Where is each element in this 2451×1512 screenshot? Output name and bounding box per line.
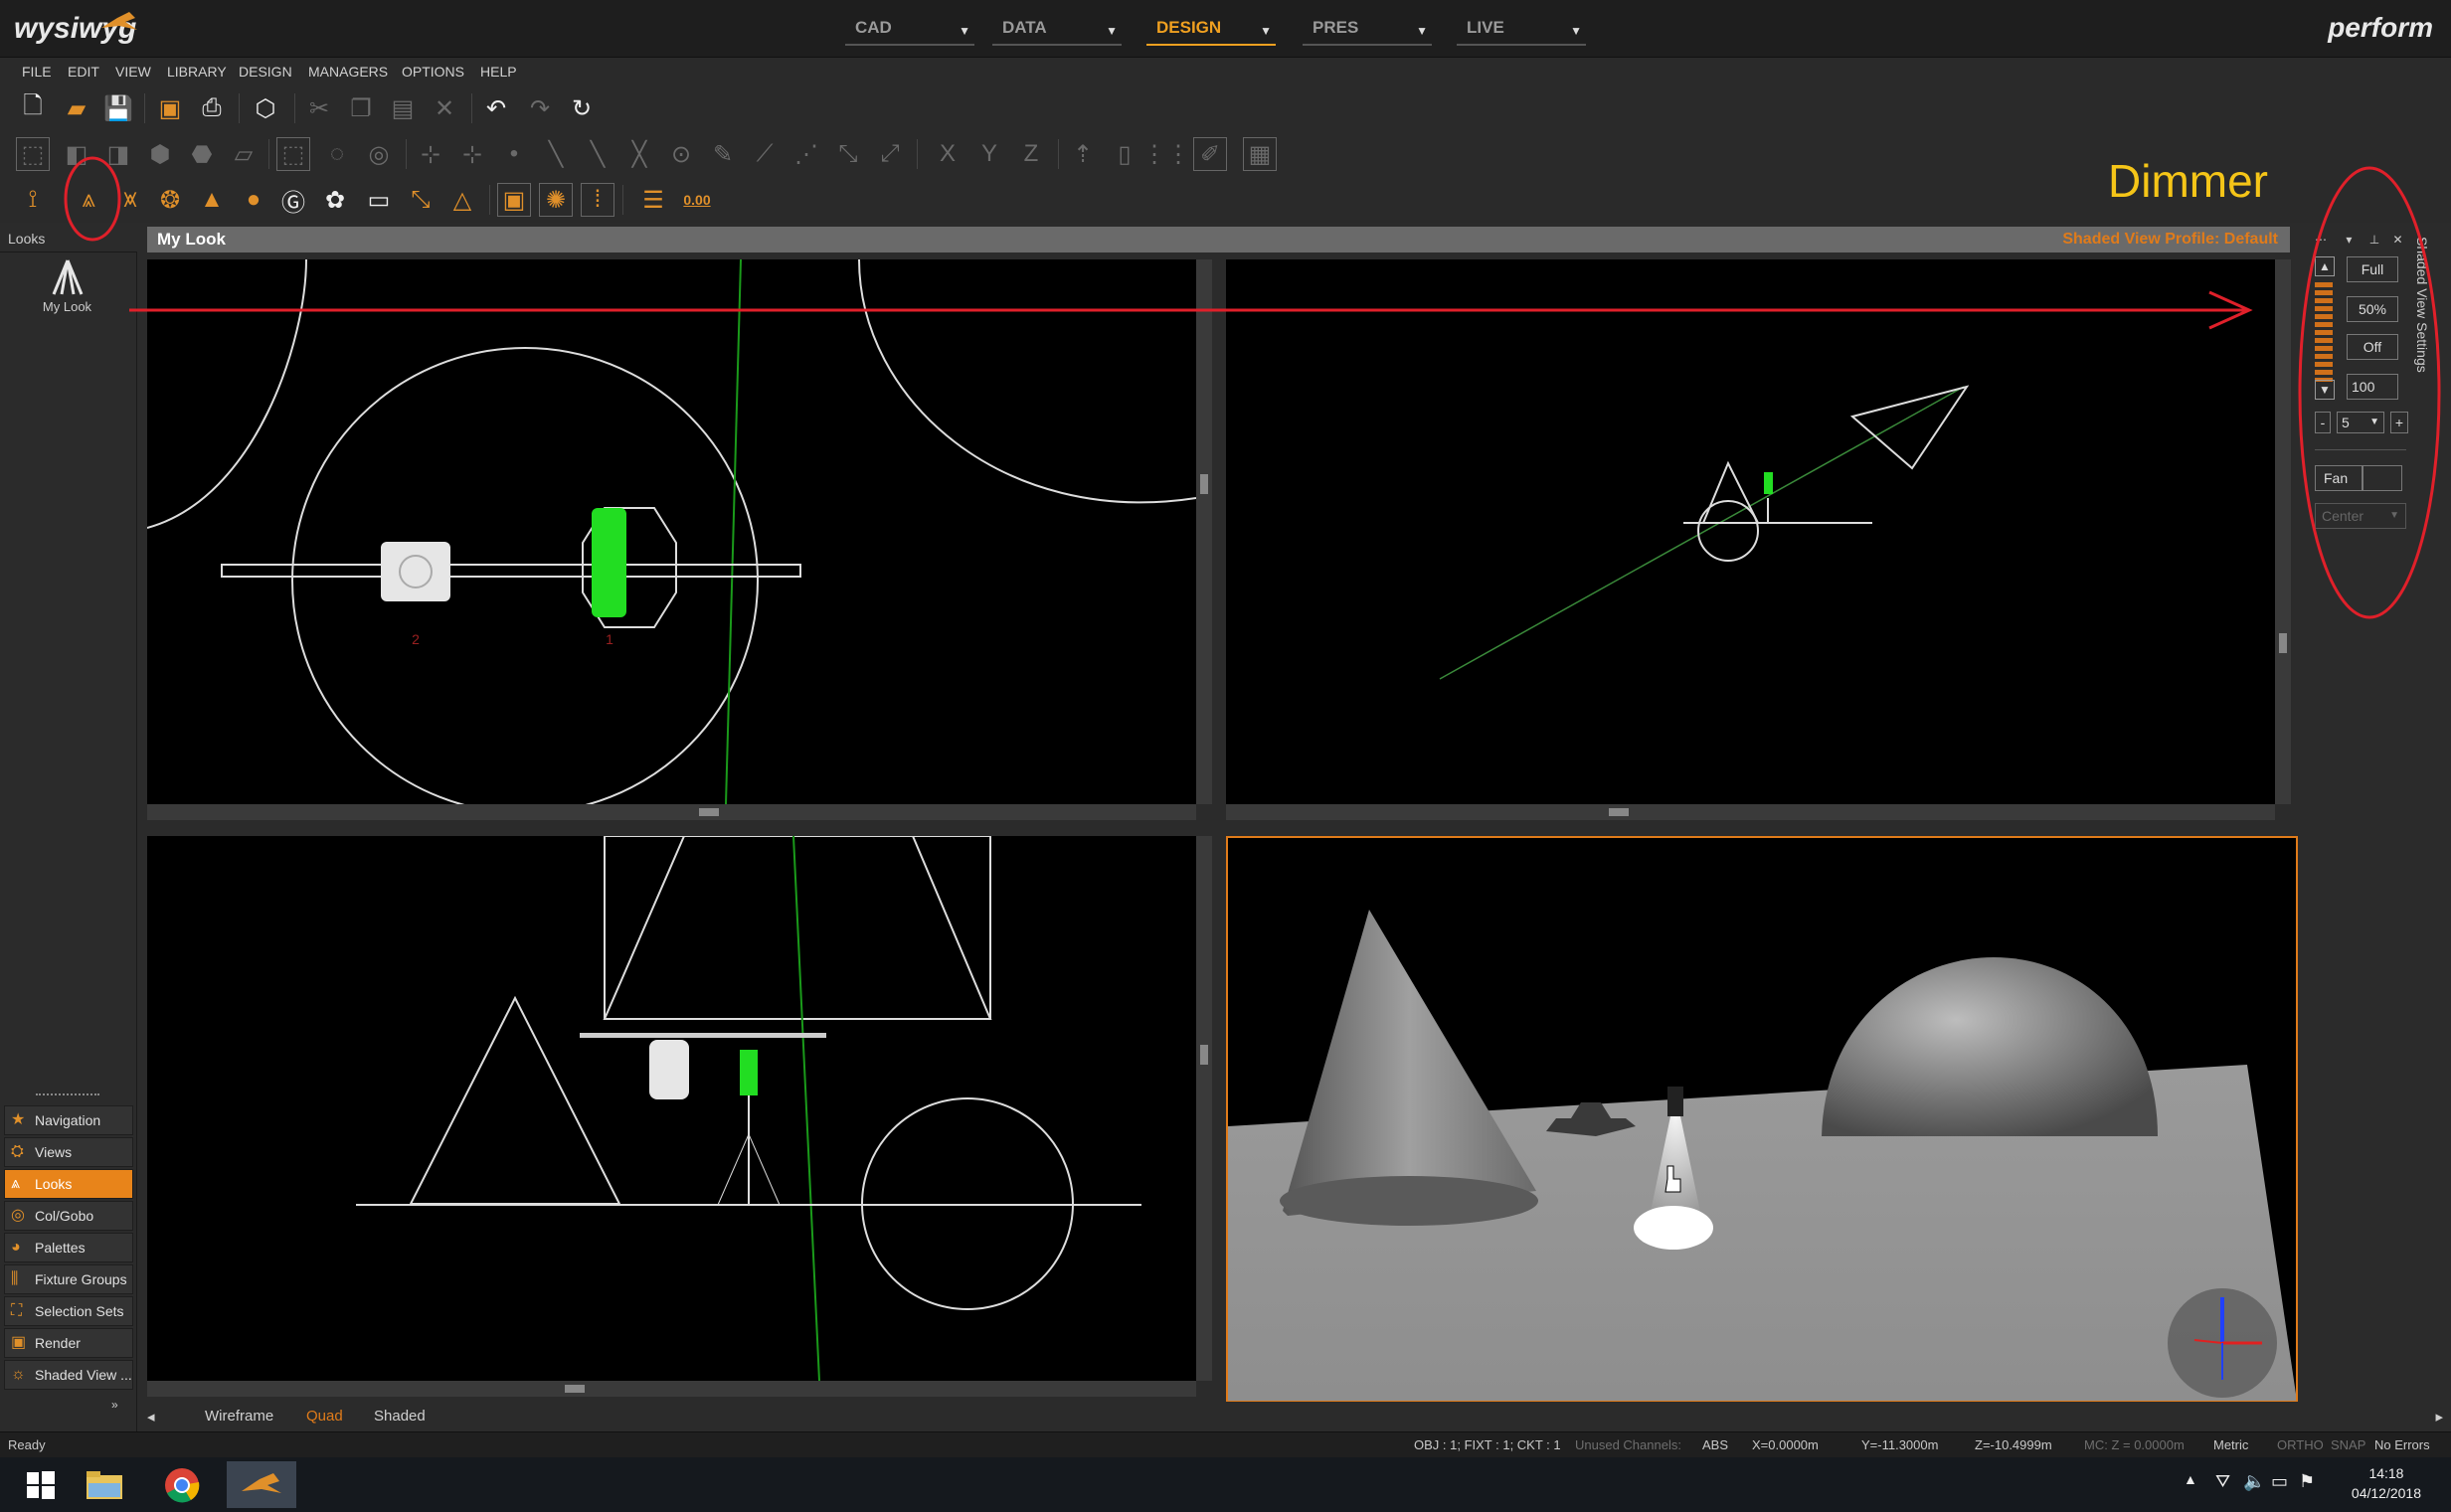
annotation-overlay [64, 156, 2441, 619]
annotation-circle-toolbar [64, 156, 121, 242]
annotation-circle-dimmer [2298, 166, 2441, 619]
dimmer-annotation-label: Dimmer [2108, 155, 2268, 207]
